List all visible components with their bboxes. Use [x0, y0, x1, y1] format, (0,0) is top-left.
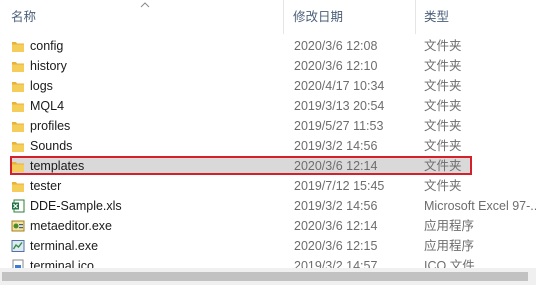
- file-name: DDE-Sample.xls: [30, 199, 122, 213]
- file-modified-date: 2019/3/2 14:56: [294, 199, 378, 213]
- file-row[interactable]: metaeditor.exe 2020/3/6 12:14 应用程序: [0, 216, 536, 236]
- file-type: 文件夹: [424, 139, 462, 153]
- file-modified-date: 2020/3/6 12:15: [294, 239, 378, 253]
- column-header-name-label: 名称: [11, 10, 37, 24]
- file-modified-date: 2020/3/6 12:14: [294, 219, 378, 233]
- folder-icon: [11, 99, 25, 113]
- column-header-date[interactable]: 修改日期: [293, 0, 343, 34]
- file-modified-date: 2020/3/6 12:14: [294, 159, 378, 173]
- file-type: 文件夹: [424, 159, 462, 173]
- file-name: metaeditor.exe: [30, 219, 112, 233]
- folder-icon: [11, 59, 25, 73]
- file-type: 应用程序: [424, 239, 475, 253]
- column-header-name[interactable]: 名称: [11, 0, 36, 34]
- file-modified-date: 2019/7/12 15:45: [294, 179, 385, 193]
- file-modified-date: 2020/3/6 12:10: [294, 59, 378, 73]
- file-name: Sounds: [30, 139, 73, 153]
- horizontal-scrollbar[interactable]: [0, 268, 536, 285]
- folder-icon: [11, 119, 25, 133]
- file-type: 文件夹: [424, 119, 462, 133]
- chevron-up-icon: [140, 2, 150, 8]
- column-header-bar: 名称 修改日期 类型: [0, 0, 536, 34]
- column-divider[interactable]: [283, 0, 284, 34]
- metaeditor-app-icon: [11, 219, 25, 233]
- file-type: 应用程序: [424, 219, 475, 233]
- column-header-type-label: 类型: [424, 10, 450, 24]
- file-row[interactable]: DDE-Sample.xls 2019/3/2 14:56 Microsoft Ex…: [0, 196, 536, 216]
- scrollbar-thumb[interactable]: [2, 272, 528, 281]
- file-name: config: [30, 39, 64, 53]
- file-type: 文件夹: [424, 79, 462, 93]
- file-name: terminal.exe: [30, 239, 99, 253]
- terminal-app-icon: [11, 239, 25, 253]
- file-row[interactable]: logs 2020/4/17 10:34 文件夹: [0, 76, 536, 96]
- file-name: logs: [30, 79, 53, 93]
- folder-icon: [11, 159, 25, 173]
- file-list: config 2020/3/6 12:08 文件夹 history 2020/3/6 1…: [0, 36, 536, 276]
- file-modified-date: 2020/3/6 12:08: [294, 39, 378, 53]
- file-row-selected[interactable]: templates 2020/3/6 12:14 文件夹: [0, 156, 536, 176]
- file-modified-date: 2020/4/17 10:34: [294, 79, 385, 93]
- file-type: 文件夹: [424, 59, 462, 73]
- file-type: 文件夹: [424, 99, 462, 113]
- folder-icon: [11, 179, 25, 193]
- column-divider[interactable]: [415, 0, 416, 34]
- file-modified-date: 2019/3/13 20:54: [294, 99, 385, 113]
- file-type: 文件夹: [424, 179, 462, 193]
- file-type: 文件夹: [424, 39, 462, 53]
- column-header-type[interactable]: 类型: [424, 0, 449, 34]
- file-row[interactable]: MQL4 2019/3/13 20:54 文件夹: [0, 96, 536, 116]
- file-row[interactable]: Sounds 2019/3/2 14:56 文件夹: [0, 136, 536, 156]
- file-name: MQL4: [30, 99, 65, 113]
- file-name: templates: [30, 159, 85, 173]
- file-type: Microsoft Excel 97-...: [424, 199, 536, 213]
- file-name: profiles: [30, 119, 71, 133]
- file-row[interactable]: history 2020/3/6 12:10 文件夹: [0, 56, 536, 76]
- file-row[interactable]: tester 2019/7/12 15:45 文件夹: [0, 176, 536, 196]
- file-modified-date: 2019/3/2 14:56: [294, 139, 378, 153]
- file-name: history: [30, 59, 67, 73]
- column-header-date-label: 修改日期: [293, 10, 344, 24]
- file-modified-date: 2019/5/27 11:53: [294, 119, 384, 133]
- folder-icon: [11, 39, 25, 53]
- excel-file-icon: [11, 199, 25, 213]
- file-row[interactable]: config 2020/3/6 12:08 文件夹: [0, 36, 536, 56]
- file-explorer-window: 名称 修改日期 类型 config 2020/3/6 12:08 文件夹 histor…: [0, 0, 536, 295]
- file-row[interactable]: profiles 2019/5/27 11:53 文件夹: [0, 116, 536, 136]
- file-row[interactable]: terminal.exe 2020/3/6 12:15 应用程序: [0, 236, 536, 256]
- file-name: tester: [30, 179, 62, 193]
- folder-icon: [11, 79, 25, 93]
- folder-icon: [11, 139, 25, 153]
